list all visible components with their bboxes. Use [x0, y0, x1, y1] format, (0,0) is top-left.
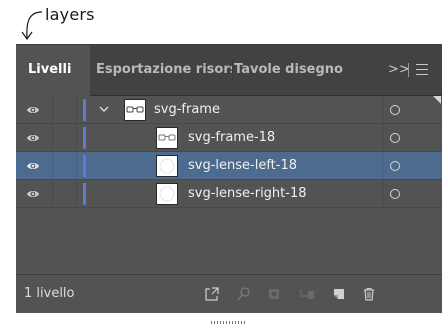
layer-color-bar — [83, 183, 86, 205]
panel-footer: 1 livello — [16, 274, 442, 324]
layer-row-svg-frame[interactable]: svg-frame — [16, 96, 442, 124]
layer-color-bar — [83, 155, 86, 177]
tab-divider — [232, 59, 233, 81]
layer-thumbnail — [156, 183, 178, 205]
visibility-eye-icon[interactable] — [26, 133, 40, 143]
column-divider — [52, 180, 53, 207]
lens-thumb-icon — [159, 158, 175, 174]
menu-divider — [408, 63, 409, 77]
layer-row-svg-frame-18[interactable]: svg-frame-18 — [16, 124, 442, 152]
target-circle-icon[interactable] — [390, 133, 400, 143]
layer-count-status: 1 livello — [24, 286, 75, 301]
column-divider — [52, 152, 53, 179]
export-icon[interactable] — [204, 286, 220, 302]
selection-corner-icon — [433, 96, 441, 104]
annotation: layers — [0, 0, 442, 44]
layer-row-svg-lense-left-18[interactable]: svg-lense-left-18 — [16, 152, 442, 180]
glasses-thumb-icon — [126, 106, 144, 113]
tab-esportazione-risorse[interactable]: Esportazione risors — [96, 45, 232, 95]
curved-arrow-icon — [21, 11, 43, 41]
column-divider — [76, 124, 77, 151]
visibility-eye-icon[interactable] — [26, 161, 40, 171]
clipping-mask-icon[interactable] — [266, 286, 282, 302]
target-circle-icon[interactable] — [390, 161, 400, 171]
panel-menu-icon[interactable] — [416, 64, 428, 75]
column-divider — [76, 96, 77, 123]
column-divider — [382, 180, 383, 207]
layer-color-bar — [83, 99, 86, 121]
create-sublayer-icon[interactable] — [299, 286, 315, 302]
column-divider — [76, 152, 77, 179]
target-circle-icon[interactable] — [390, 189, 400, 199]
layer-name[interactable]: svg-lense-left-18 — [188, 152, 297, 180]
annotation-label: layers — [45, 5, 95, 24]
tab-livelli[interactable]: Livelli — [16, 45, 90, 96]
column-divider — [52, 124, 53, 151]
lens-thumb-icon — [159, 186, 175, 202]
tab-bar: Livelli Esportazione risors Tavole diseg… — [16, 45, 442, 96]
layer-name[interactable]: svg-lense-right-18 — [188, 180, 307, 208]
column-divider — [382, 96, 383, 123]
layer-thumbnail — [124, 99, 146, 121]
layer-list: svg-frame svg-frame-18 svg-lense-left-18… — [16, 96, 442, 208]
glasses-thumb-icon — [158, 134, 176, 141]
chevron-down-icon[interactable] — [98, 103, 110, 115]
column-divider — [382, 152, 383, 179]
column-divider — [76, 180, 77, 207]
new-layer-icon[interactable] — [331, 286, 347, 302]
column-divider — [52, 96, 53, 123]
visibility-eye-icon[interactable] — [26, 189, 40, 199]
trash-icon[interactable] — [361, 286, 377, 302]
layer-color-bar — [83, 127, 86, 149]
layer-thumbnail — [156, 155, 178, 177]
layers-panel: Livelli Esportazione risors Tavole diseg… — [16, 44, 442, 324]
layer-row-svg-lense-right-18[interactable]: svg-lense-right-18 — [16, 180, 442, 208]
tab-tavole-disegno[interactable]: Tavole disegno — [234, 45, 364, 95]
layer-name[interactable]: svg-frame-18 — [188, 124, 275, 152]
visibility-eye-icon[interactable] — [26, 105, 40, 115]
search-icon[interactable] — [236, 286, 252, 302]
column-divider — [382, 124, 383, 151]
target-circle-icon[interactable] — [390, 105, 400, 115]
tabs-overflow-button[interactable]: >> — [388, 45, 410, 95]
layer-thumbnail — [156, 127, 178, 149]
layer-name[interactable]: svg-frame — [154, 96, 220, 124]
